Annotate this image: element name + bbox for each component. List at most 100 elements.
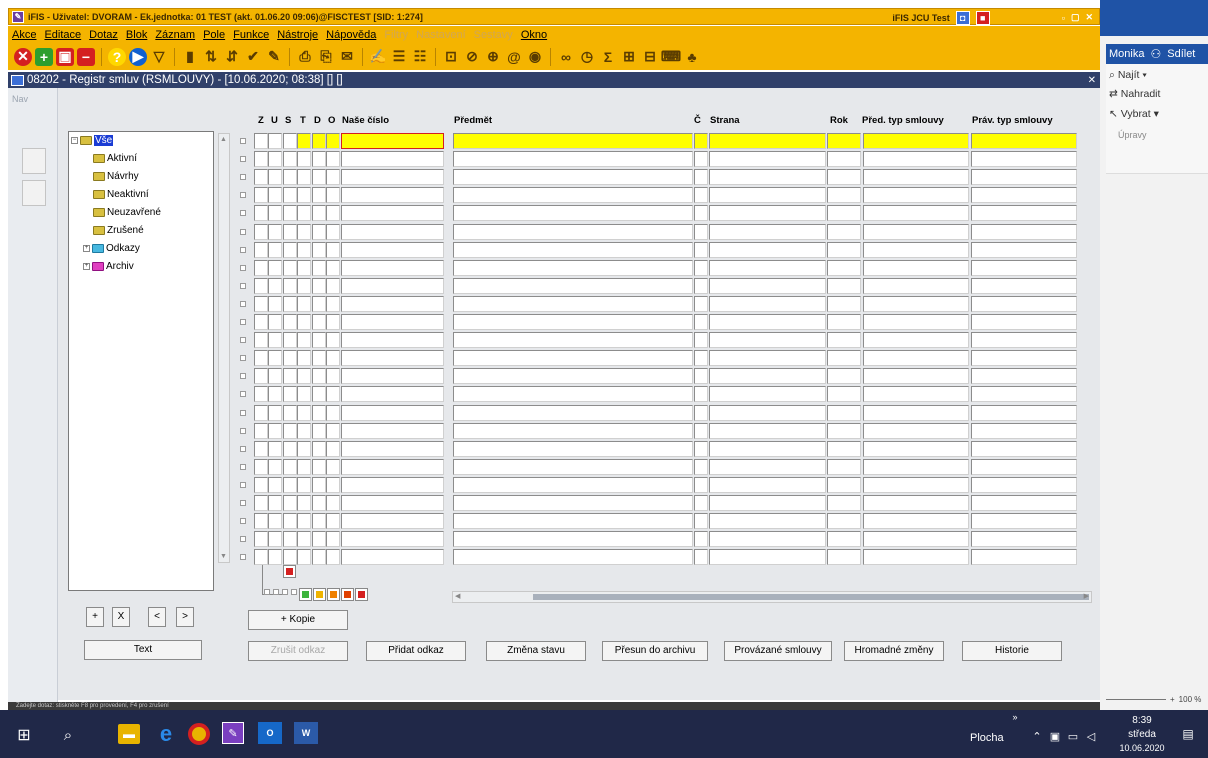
row-select-checkbox[interactable] — [240, 174, 246, 180]
print-preview-icon[interactable]: ⎘ — [317, 48, 335, 66]
checklist-icon[interactable]: ☷ — [411, 48, 429, 66]
grid-cell[interactable] — [268, 368, 282, 384]
grid-cell[interactable] — [971, 441, 1077, 457]
grid-cell[interactable] — [297, 205, 311, 221]
grid-cell[interactable] — [971, 169, 1077, 185]
grid-cell[interactable] — [341, 187, 444, 203]
zoom-slider[interactable] — [1106, 698, 1166, 700]
menu-nastroje[interactable]: Nástroje — [277, 29, 318, 41]
row-select-checkbox[interactable] — [240, 373, 246, 379]
grid-cell[interactable] — [453, 332, 693, 348]
grid-cell[interactable] — [297, 368, 311, 384]
grid-cell[interactable] — [453, 405, 693, 421]
grid-cell[interactable] — [971, 350, 1077, 366]
grid-cell[interactable] — [863, 260, 969, 276]
grid-cell[interactable] — [297, 495, 311, 511]
grid-cell[interactable] — [694, 459, 708, 475]
desktop-label[interactable]: Plocha — [970, 731, 1004, 745]
grid-cell[interactable] — [827, 278, 861, 294]
grid-cell[interactable] — [694, 242, 708, 258]
grid-cell[interactable] — [694, 260, 708, 276]
row-select-checkbox[interactable] — [240, 156, 246, 162]
menu-okno[interactable]: Okno — [521, 29, 547, 41]
grid-cell[interactable] — [283, 332, 297, 348]
zoom-in-icon[interactable]: + — [1170, 695, 1175, 704]
grid-cell[interactable] — [453, 187, 693, 203]
grid-cell[interactable] — [326, 441, 340, 457]
grid-cell[interactable] — [268, 495, 282, 511]
user-name[interactable]: Monika — [1109, 48, 1144, 60]
grid-cell[interactable] — [863, 332, 969, 348]
grid-cell[interactable] — [863, 169, 969, 185]
grid-cell[interactable] — [254, 151, 268, 167]
grid-cell[interactable] — [863, 242, 969, 258]
row-select-checkbox[interactable] — [240, 337, 246, 343]
grid-cell[interactable] — [709, 459, 826, 475]
menu-akce[interactable]: Akce — [12, 29, 36, 41]
grid-cell[interactable] — [709, 549, 826, 565]
grid-cell[interactable] — [971, 495, 1077, 511]
grid-cell[interactable] — [283, 278, 297, 294]
grid-cell[interactable] — [254, 350, 268, 366]
grid-cell[interactable] — [326, 242, 340, 258]
grid-cell[interactable] — [863, 205, 969, 221]
grid-cell[interactable] — [453, 133, 693, 149]
grid-cell[interactable] — [254, 332, 268, 348]
info-icon[interactable]: ◘ — [955, 10, 970, 25]
grid-cell[interactable] — [297, 350, 311, 366]
grid-cell[interactable] — [283, 531, 297, 547]
grid-cell[interactable] — [312, 459, 326, 475]
grid-cell[interactable] — [326, 350, 340, 366]
grid-cell[interactable] — [971, 224, 1077, 240]
grid-cell[interactable] — [341, 133, 444, 149]
grid-cell[interactable] — [827, 314, 861, 330]
change-state-button[interactable]: Změna stavu — [486, 641, 586, 661]
tree-delete-button[interactable]: X — [112, 607, 130, 627]
grid-cell[interactable] — [827, 495, 861, 511]
new-record-icon[interactable]: + — [35, 47, 53, 66]
grid-cell[interactable] — [827, 169, 861, 185]
grid-cell[interactable] — [971, 459, 1077, 475]
expand-icon[interactable]: + — [83, 245, 90, 252]
grid-cell[interactable] — [297, 513, 311, 529]
grid-cell[interactable] — [453, 549, 693, 565]
grid-cell[interactable] — [971, 423, 1077, 439]
grid-cell[interactable] — [297, 459, 311, 475]
grid-cell[interactable] — [694, 224, 708, 240]
grid-cell[interactable] — [326, 278, 340, 294]
grid-cell[interactable] — [694, 296, 708, 312]
grid-cell[interactable] — [283, 133, 297, 149]
grid-cell[interactable] — [283, 477, 297, 493]
excel-icon[interactable]: ⊞ — [620, 48, 638, 66]
grid-cell[interactable] — [341, 205, 444, 221]
grid-cell[interactable] — [971, 332, 1077, 348]
grid-cell[interactable] — [863, 477, 969, 493]
menu-pole[interactable]: Pole — [203, 29, 225, 41]
select-button[interactable]: ↖ Vybrat ▾ — [1109, 108, 1159, 120]
overflow-icon[interactable]: » — [1008, 712, 1022, 722]
grid-cell[interactable] — [827, 242, 861, 258]
word-icon[interactable]: W — [294, 722, 318, 744]
grid-cell[interactable] — [254, 459, 268, 475]
edit-icon[interactable]: ✍ — [369, 48, 387, 66]
wrench-icon[interactable]: ✎ — [265, 48, 283, 66]
collapse-icon[interactable]: − — [71, 137, 78, 144]
grid-cell[interactable] — [694, 405, 708, 421]
grid-cell[interactable] — [297, 260, 311, 276]
grid-cell[interactable] — [341, 513, 444, 529]
mail-icon[interactable]: ✉ — [338, 48, 356, 66]
grid-cell[interactable] — [312, 169, 326, 185]
grid-cell[interactable] — [326, 224, 340, 240]
delete-record-icon[interactable]: − — [77, 47, 95, 66]
grid-cell[interactable] — [453, 169, 693, 185]
grid-cell[interactable] — [283, 459, 297, 475]
grid-cell[interactable] — [694, 151, 708, 167]
grid-cell[interactable] — [709, 477, 826, 493]
grid-cell[interactable] — [268, 169, 282, 185]
grid-cell[interactable] — [326, 133, 340, 149]
grid-cell[interactable] — [709, 314, 826, 330]
row-select-checkbox[interactable] — [240, 500, 246, 506]
grid-cell[interactable] — [326, 260, 340, 276]
grid-cell[interactable] — [254, 405, 268, 421]
grid-cell[interactable] — [453, 531, 693, 547]
